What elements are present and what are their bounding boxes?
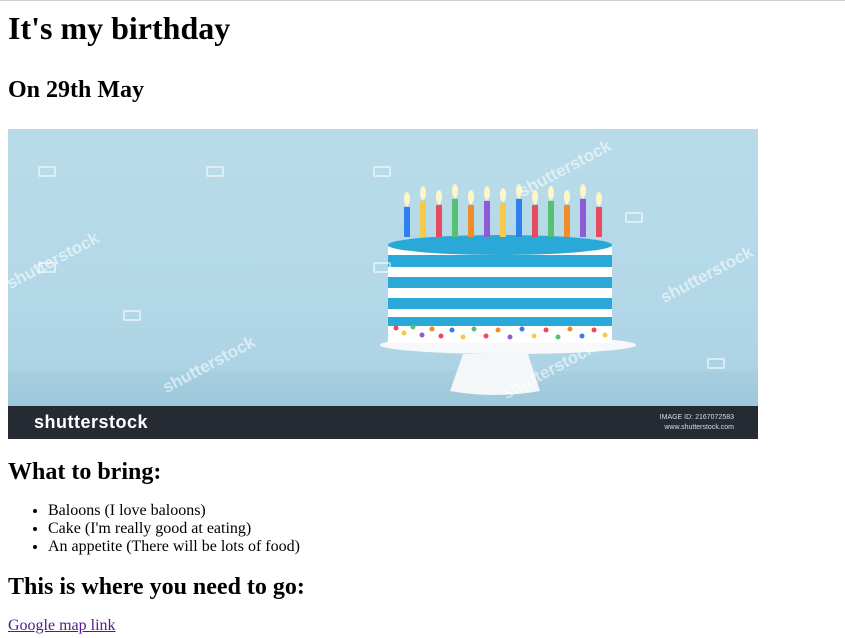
watermark-camera-icon xyxy=(38,262,56,273)
cake-top-frosting xyxy=(388,235,612,255)
date-heading: On 29th May xyxy=(8,77,145,103)
google-map-link[interactable]: Google map link xyxy=(8,617,116,635)
image-id: IMAGE ID: 2167072583 xyxy=(659,414,734,421)
bring-heading: What to bring: xyxy=(8,459,162,485)
list-item: Cake (I'm really good at eating) xyxy=(48,520,837,538)
page-title: It's my birthday xyxy=(8,10,231,46)
cake-stripe xyxy=(388,277,612,288)
image-site: www.shutterstock.com xyxy=(664,424,734,431)
cake-stripe xyxy=(388,298,612,309)
shutterstock-logo: shutterstock xyxy=(34,412,149,432)
watermark-camera-icon xyxy=(123,310,141,321)
watermark-camera-icon xyxy=(38,166,56,177)
watermark-camera-icon xyxy=(373,166,391,177)
image-brand-bar: shutterstock IMAGE ID: 2167072583 www.sh… xyxy=(8,406,758,439)
cake-stripe xyxy=(388,317,612,326)
bring-list: Baloons (I love baloons) Cake (I'm reall… xyxy=(8,502,837,556)
watermark-camera-icon xyxy=(373,262,391,273)
list-item: An appetite (There will be lots of food) xyxy=(48,538,837,556)
directions-heading: This is where you need to go: xyxy=(8,574,305,600)
watermark-camera-icon xyxy=(707,358,725,369)
cake-stripe xyxy=(388,255,612,267)
birthday-cake-image: shutterstock shutterstock shutterstock s… xyxy=(8,129,758,439)
page-content: It's my birthday On 29th May shutterstoc… xyxy=(0,10,845,635)
watermark-camera-icon xyxy=(206,166,224,177)
image-id-block: IMAGE ID: 2167072583 www.shutterstock.co… xyxy=(660,413,734,433)
list-item: Baloons (I love baloons) xyxy=(48,502,837,520)
watermark-camera-icon xyxy=(625,212,643,223)
cake-candles xyxy=(404,184,602,237)
